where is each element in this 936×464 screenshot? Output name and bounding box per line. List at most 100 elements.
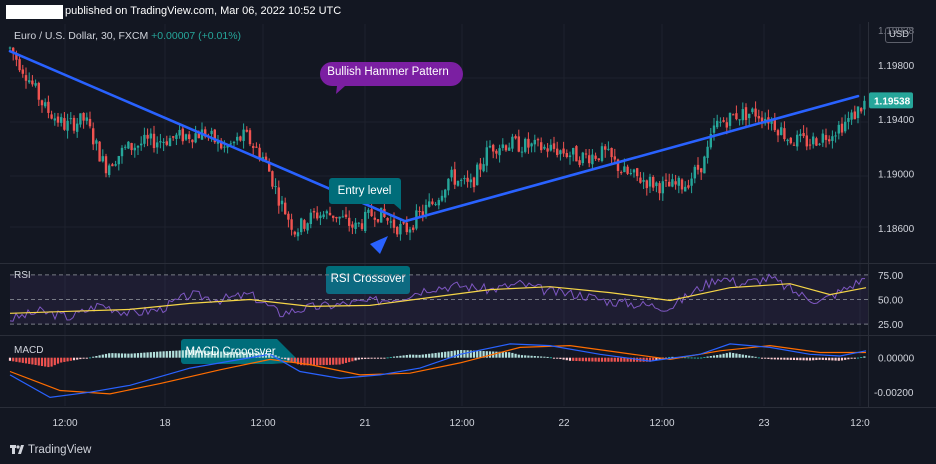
macd-bar-95 (312, 357, 316, 366)
candle-body-258 (834, 135, 837, 137)
macd-bar-160 (520, 355, 524, 358)
time-label-7: 23 (758, 418, 770, 429)
macd-bar-107 (351, 357, 354, 362)
candle-body-262 (847, 118, 850, 122)
candle-body-148 (482, 164, 485, 172)
macd-bar-116 (380, 357, 383, 359)
macd-bar-125 (408, 354, 412, 358)
macd-bar-215 (696, 357, 700, 359)
candle-body-150 (488, 145, 492, 148)
macd-pane-label[interactable]: MACD (14, 345, 43, 356)
tradingview-brand[interactable]: TradingView (10, 444, 91, 456)
candle-body-70 (232, 141, 236, 144)
macd-bar-173 (562, 357, 565, 360)
time-label-1: 18 (159, 418, 171, 429)
candle-body-204 (661, 181, 664, 194)
macd-bar-132 (431, 353, 434, 358)
currency-badge[interactable]: USD (885, 27, 913, 43)
macd-bar-3 (18, 357, 21, 363)
macd-bar-254 (821, 357, 824, 360)
candle-body-93 (306, 223, 309, 231)
macd-bar-43 (146, 352, 149, 358)
candle-body-16 (60, 117, 63, 123)
candle-body-226 (732, 114, 735, 116)
macd-bar-229 (741, 354, 744, 358)
candle-body-144 (469, 179, 472, 183)
candle-body-26 (92, 128, 95, 145)
macd-bar-185 (600, 357, 604, 362)
candle-body-25 (88, 118, 92, 127)
macd-bar-13 (50, 357, 53, 367)
candle-body-133 (434, 203, 437, 205)
macd-bar-100 (328, 357, 332, 365)
candle-body-175 (568, 155, 572, 158)
chart-canvas[interactable]: 1.198001.194001.190001.186001.199381.195… (0, 0, 936, 438)
macd-bar-237 (767, 357, 770, 359)
candle-body-47 (159, 141, 162, 143)
macd-bar-230 (744, 355, 748, 358)
macd-bar-176 (572, 357, 575, 361)
candle-body-100 (328, 212, 332, 216)
macd-bar-101 (332, 357, 335, 365)
time-label-6: 12:00 (649, 418, 674, 429)
time-label-2: 12:00 (250, 418, 275, 429)
macd-bar-165 (536, 356, 540, 358)
rsi-tick-1: 50.00 (878, 296, 903, 307)
candle-body-196 (636, 168, 639, 177)
last-price-value: 1.19538 (874, 96, 911, 107)
candle-body-87 (287, 213, 290, 220)
macd-bar-180 (584, 357, 588, 362)
candle-body-263 (850, 112, 853, 120)
macd-bar-17 (63, 357, 66, 362)
macd-bar-10 (40, 357, 44, 367)
time-label-3: 21 (359, 418, 371, 429)
candle-body-132 (431, 201, 434, 205)
macd-bar-187 (607, 357, 610, 362)
candle-body-167 (543, 146, 546, 149)
candle-body-42 (143, 134, 146, 144)
macd-bar-188 (610, 357, 613, 362)
candle-body-141 (460, 179, 463, 181)
candle-body-101 (332, 215, 335, 218)
macd-bar-14 (53, 357, 56, 366)
macd-bar-234 (757, 357, 760, 359)
macd-bar-178 (578, 357, 581, 362)
candle-body-72 (239, 136, 242, 141)
macd-bar-108 (354, 357, 357, 361)
macd-bar-123 (402, 355, 405, 358)
candle-body-197 (639, 177, 642, 183)
price-tick-1: 1.19400 (878, 115, 915, 126)
candle-body-80 (264, 156, 268, 161)
candle-body-191 (620, 172, 623, 174)
macd-bar-256 (828, 357, 831, 361)
macd-bar-252 (815, 357, 818, 361)
macd-bar-98 (322, 357, 325, 366)
candle-body-7 (31, 80, 34, 85)
symbol-legend[interactable]: Euro / U.S. Dollar, 30, FXCM +0.00007 (+… (14, 30, 241, 42)
candle-body-195 (632, 169, 636, 173)
candle-body-230 (744, 107, 748, 121)
candle-body-37 (127, 141, 130, 149)
candle-body-32 (111, 164, 114, 167)
candle-body-122 (399, 223, 402, 235)
candle-body-201 (652, 176, 655, 188)
macd-bar-85 (280, 357, 284, 359)
candle-body-49 (165, 141, 168, 145)
candle-body-91 (300, 218, 303, 233)
candle-body-121 (396, 226, 399, 235)
candle-body-160 (520, 151, 524, 153)
macd-bar-88 (290, 357, 293, 362)
candle-body-145 (472, 177, 476, 188)
macd-bar-126 (412, 354, 415, 358)
macd-bar-186 (604, 357, 607, 362)
candle-body-8 (34, 83, 37, 86)
candle-body-17 (63, 118, 66, 130)
candle-body-36 (124, 146, 127, 148)
macd-bar-16 (60, 357, 63, 363)
macd-bar-217 (703, 357, 706, 359)
candle-body-254 (821, 133, 824, 143)
candle-body-157 (511, 136, 514, 149)
macd-bar-5 (24, 357, 28, 364)
rsi-pane-label[interactable]: RSI (14, 270, 31, 281)
candle-body-216 (700, 168, 703, 173)
